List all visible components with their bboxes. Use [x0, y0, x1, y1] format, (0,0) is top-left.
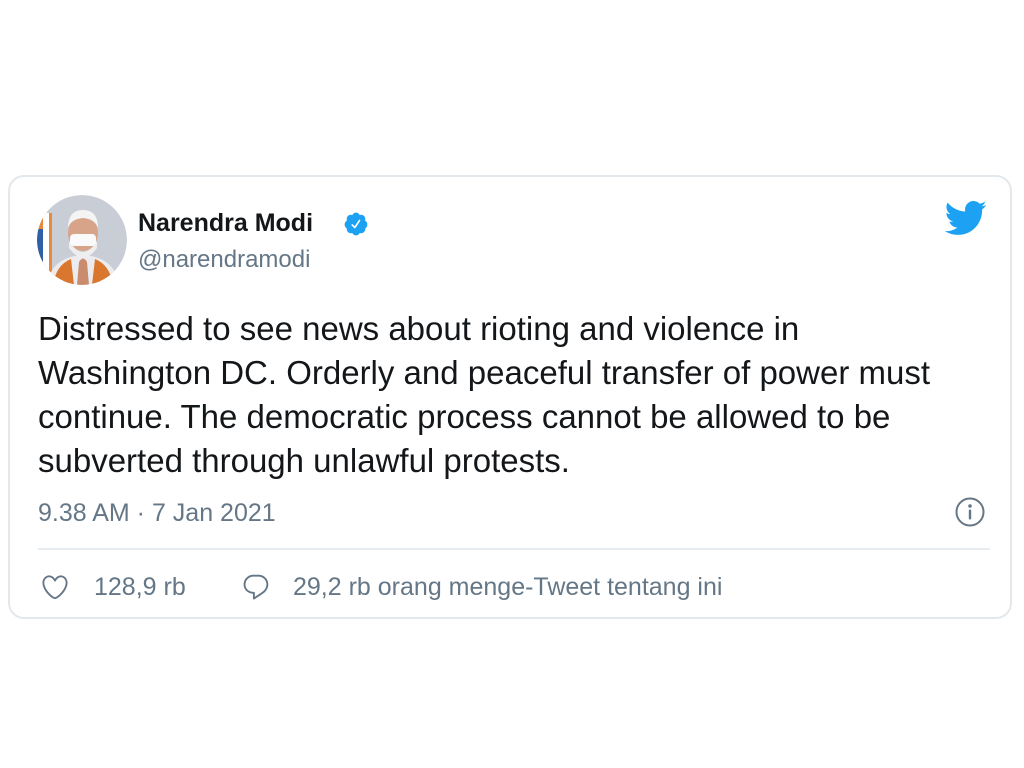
twitter-bird-icon[interactable] — [943, 196, 987, 240]
heart-icon[interactable] — [40, 572, 70, 602]
tweet-text-line: Washington DC. Orderly and peaceful tran… — [38, 354, 931, 391]
comment-icon[interactable] — [241, 572, 271, 602]
info-icon[interactable] — [954, 496, 986, 528]
tweet-text-line: subverted through unlawful protests. — [38, 442, 570, 479]
tweet-text-line: Distressed to see news about rioting and… — [38, 310, 800, 347]
avatar[interactable] — [37, 195, 127, 285]
tweet-timestamp[interactable]: 9.38 AM · 7 Jan 2021 — [38, 499, 276, 527]
tweet-card[interactable]: Narendra Modi @narendramodi Distressed t… — [8, 175, 1012, 619]
tweet-text: Distressed to see news about rioting and… — [38, 307, 930, 483]
like-count[interactable]: 128,9 rb — [94, 573, 186, 601]
divider — [38, 548, 990, 550]
author-handle[interactable]: @narendramodi — [138, 245, 310, 275]
tweet-text-line: continue. The democratic process cannot … — [38, 398, 891, 435]
retweet-count-link[interactable]: 29,2 rb orang menge-Tweet tentang ini — [293, 573, 722, 601]
verified-badge-icon — [343, 211, 369, 237]
author-name[interactable]: Narendra Modi — [138, 208, 313, 238]
